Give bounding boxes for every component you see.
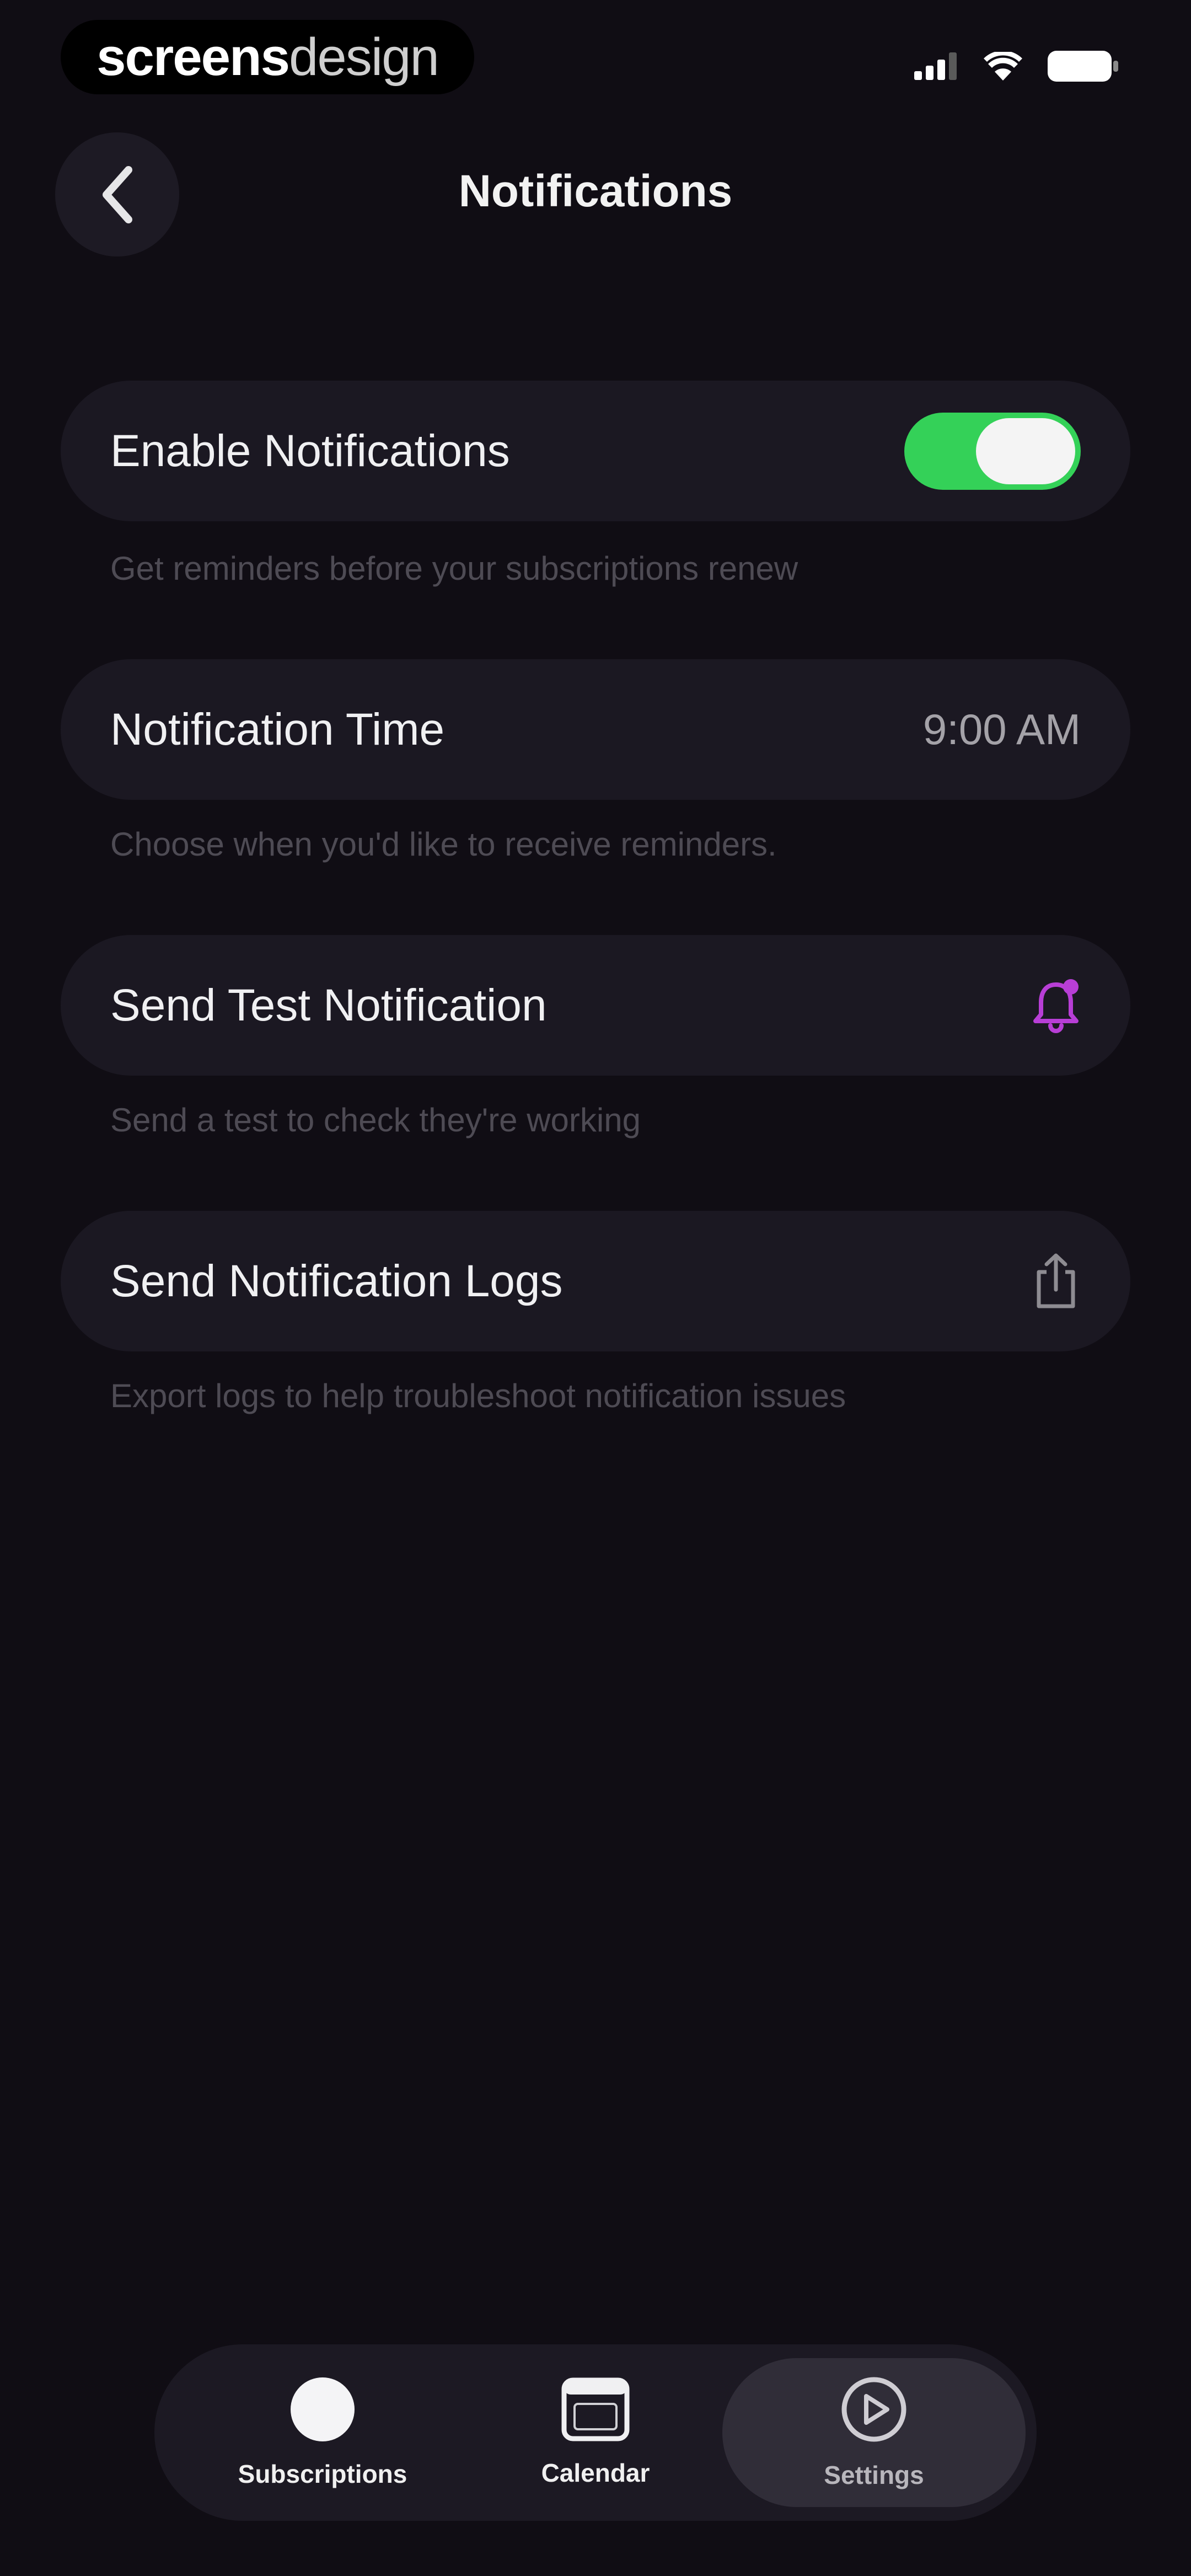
notification-time-label: Notification Time	[110, 704, 445, 755]
notification-time-row[interactable]: Notification Time 9:00 AM	[61, 659, 1130, 800]
send-notification-logs-row[interactable]: Send Notification Logs	[61, 1211, 1130, 1351]
page-title: Notifications	[458, 166, 733, 216]
enable-notifications-description: Get reminders before your subscriptions …	[110, 550, 798, 587]
tab-settings[interactable]: Settings	[722, 2358, 1026, 2507]
tab-bar: Subscriptions Calendar Settings	[154, 2344, 1037, 2521]
battery-icon	[1048, 51, 1118, 82]
brand-light-text: design	[289, 27, 439, 87]
tab-calendar-label: Calendar	[541, 2459, 650, 2487]
send-notification-logs-label: Send Notification Logs	[110, 1255, 563, 1306]
send-notification-logs-description: Export logs to help troubleshoot notific…	[110, 1377, 846, 1414]
brand-bold-text: screens	[96, 27, 290, 87]
share-icon	[1037, 1253, 1075, 1308]
send-test-notification-label: Send Test Notification	[110, 980, 547, 1030]
notification-time-description: Choose when you'd like to receive remind…	[110, 826, 777, 863]
wifi-icon	[984, 52, 1022, 81]
brand-watermark: screens design	[61, 20, 474, 94]
status-icons	[914, 50, 1119, 83]
notifications-screen: screens design Notifications Enable Notif…	[0, 0, 1191, 2576]
cellular-signal-icon	[914, 52, 957, 80]
tab-subscriptions-label: Subscriptions	[238, 2460, 407, 2488]
calendar-icon	[561, 2377, 630, 2441]
tab-subscriptions[interactable]: Subscriptions	[185, 2344, 460, 2521]
enable-notifications-row[interactable]: Enable Notifications	[61, 381, 1130, 521]
circle-icon	[291, 2377, 355, 2441]
notification-time-value[interactable]: 9:00 AM	[923, 704, 1081, 755]
send-test-notification-description: Send a test to check they're working	[110, 1102, 641, 1139]
enable-notifications-toggle[interactable]	[904, 412, 1081, 490]
enable-notifications-label: Enable Notifications	[110, 425, 510, 476]
bell-badge-icon	[1033, 979, 1079, 1033]
tab-calendar[interactable]: Calendar	[458, 2344, 733, 2521]
send-test-notification-row[interactable]: Send Test Notification	[61, 935, 1130, 1076]
settings-icon	[841, 2377, 906, 2442]
toggle-knob	[976, 418, 1075, 484]
tab-settings-label: Settings	[824, 2461, 924, 2489]
